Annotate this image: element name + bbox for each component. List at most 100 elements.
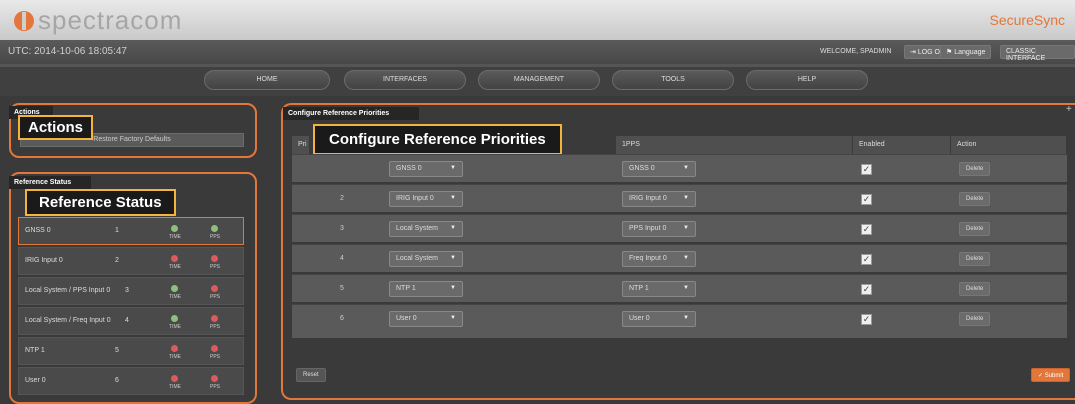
time-status-led <box>171 345 178 352</box>
pps-reference-select[interactable]: IRIG Input 0 ▼ <box>622 191 696 207</box>
column-header-1pps: 1PPS <box>616 136 853 154</box>
submit-button[interactable]: ✓ Submit <box>1031 368 1071 382</box>
reference-status-row: Local System / Freq Input 0 4 TIME PPS <box>18 307 244 335</box>
pps-reference-select[interactable]: User 0 ▼ <box>622 311 696 327</box>
dropdown-caret-icon: ▼ <box>450 255 456 261</box>
delete-button[interactable]: Delete <box>959 192 991 206</box>
time-label: TIME <box>169 294 181 300</box>
configure-priorities-callout: Configure Reference Priorities <box>313 124 562 155</box>
reset-button[interactable]: Reset <box>296 368 326 382</box>
pps-label: PPS <box>210 294 221 300</box>
nav-home[interactable]: HOME <box>204 70 330 90</box>
reference-priority: 4 <box>125 317 129 324</box>
time-reference-select[interactable]: User 0 ▼ <box>389 311 463 327</box>
logo-text: spectracom <box>38 5 183 35</box>
dropdown-caret-icon: ▼ <box>683 165 689 171</box>
time-reference-value: User 0 <box>396 315 417 322</box>
time-reference-select[interactable]: Local System ▼ <box>389 251 463 267</box>
pps-reference-value: User 0 <box>629 315 650 322</box>
delete-button[interactable]: Delete <box>959 162 991 176</box>
reference-name: GNSS 0 <box>25 227 51 234</box>
priority-row: GNSS 0 ▼ GNSS 0 ▼ ✓ Delete <box>292 154 1067 182</box>
column-header-enabled: Enabled <box>853 136 951 154</box>
nav-management[interactable]: MANAGEMENT <box>478 70 600 90</box>
dropdown-caret-icon: ▼ <box>683 195 689 201</box>
reference-status-row: User 0 6 TIME PPS <box>18 367 244 395</box>
reference-priority: 6 <box>115 377 119 384</box>
enabled-checkbox[interactable]: ✓ <box>861 164 872 175</box>
reference-name: NTP 1 <box>25 347 45 354</box>
priority-row: 2 IRIG Input 0 ▼ IRIG Input 0 ▼ ✓ Delete <box>292 184 1067 212</box>
actions-callout: Actions <box>18 115 94 140</box>
enabled-checkbox[interactable]: ✓ <box>861 224 872 235</box>
product-name: SecureSync <box>989 12 1065 28</box>
time-reference-value: IRIG Input 0 <box>396 195 434 202</box>
reference-priority: 2 <box>115 257 119 264</box>
pps-label: PPS <box>210 234 221 240</box>
time-reference-select[interactable]: Local System ▼ <box>389 221 463 237</box>
pps-label: PPS <box>210 354 221 360</box>
reference-status-row: Local System / PPS Input 0 3 TIME PPS <box>18 277 244 305</box>
pps-status-led <box>211 255 218 262</box>
time-reference-select[interactable]: IRIG Input 0 ▼ <box>389 191 463 207</box>
time-reference-value: Local System <box>396 225 439 232</box>
dropdown-caret-icon: ▼ <box>683 315 689 321</box>
time-reference-value: NTP 1 <box>396 285 416 292</box>
time-label: TIME <box>169 264 181 270</box>
dropdown-caret-icon: ▼ <box>683 255 689 261</box>
time-reference-select[interactable]: GNSS 0 ▼ <box>389 161 463 177</box>
pps-status-led <box>211 285 218 292</box>
enabled-checkbox[interactable]: ✓ <box>861 314 872 325</box>
priority-row: 4 Local System ▼ Freq Input 0 ▼ ✓ Delete <box>292 244 1067 272</box>
pps-reference-select[interactable]: Freq Input 0 ▼ <box>622 251 696 267</box>
delete-button[interactable]: Delete <box>959 312 991 326</box>
nav-interfaces[interactable]: INTERFACES <box>344 70 466 90</box>
time-reference-select[interactable]: NTP 1 ▼ <box>389 281 463 297</box>
priority-number: 4 <box>340 255 344 262</box>
nav-tools[interactable]: TOOLS <box>612 70 734 90</box>
column-header-priority: Pri <box>292 136 310 154</box>
logo-icon <box>14 11 34 31</box>
time-reference-value: GNSS 0 <box>396 165 422 172</box>
language-button[interactable]: ⚑ Language <box>940 45 992 59</box>
pps-status-led <box>211 315 218 322</box>
delete-button[interactable]: Delete <box>959 282 991 296</box>
pps-reference-select[interactable]: PPS Input 0 ▼ <box>622 221 696 237</box>
main-nav: HOME INTERFACES MANAGEMENT TOOLS HELP <box>0 64 1075 96</box>
utc-clock: UTC: 2014-10-06 18:05:47 <box>8 46 127 57</box>
pps-label: PPS <box>210 324 221 330</box>
reference-priority: 5 <box>115 347 119 354</box>
time-status-led <box>171 375 178 382</box>
dropdown-caret-icon: ▼ <box>450 285 456 291</box>
classic-interface-button[interactable]: CLASSIC INTERFACE <box>1000 45 1075 62</box>
pps-reference-select[interactable]: NTP 1 ▼ <box>622 281 696 297</box>
dropdown-caret-icon: ▼ <box>450 195 456 201</box>
pps-status-led <box>211 225 218 232</box>
top-header: spectracom SecureSync <box>0 0 1075 40</box>
dropdown-caret-icon: ▼ <box>683 285 689 291</box>
language-label: Language <box>954 49 986 56</box>
priority-row: 6 User 0 ▼ User 0 ▼ ✓ Delete <box>292 304 1067 338</box>
reference-name: Local System / Freq Input 0 <box>25 317 111 324</box>
time-label: TIME <box>169 384 181 390</box>
enabled-checkbox[interactable]: ✓ <box>861 194 872 205</box>
pps-reference-select[interactable]: GNSS 0 ▼ <box>622 161 696 177</box>
nav-help[interactable]: HELP <box>746 70 868 90</box>
reference-status-row: IRIG Input 0 2 TIME PPS <box>18 247 244 275</box>
add-icon[interactable]: + <box>1066 104 1072 115</box>
delete-button[interactable]: Delete <box>959 252 991 266</box>
delete-button[interactable]: Delete <box>959 222 991 236</box>
dropdown-caret-icon: ▼ <box>450 225 456 231</box>
pps-label: PPS <box>210 264 221 270</box>
time-label: TIME <box>169 324 181 330</box>
reference-name: Local System / PPS Input 0 <box>25 287 111 294</box>
welcome-text: WELCOME, SPADMIN <box>820 48 892 55</box>
pps-status-led <box>211 345 218 352</box>
pps-reference-value: NTP 1 <box>629 285 649 292</box>
reference-name: User 0 <box>25 377 46 384</box>
enabled-checkbox[interactable]: ✓ <box>861 254 872 265</box>
time-status-led <box>171 315 178 322</box>
pps-reference-value: IRIG Input 0 <box>629 195 667 202</box>
enabled-checkbox[interactable]: ✓ <box>861 284 872 295</box>
time-status-led <box>171 285 178 292</box>
